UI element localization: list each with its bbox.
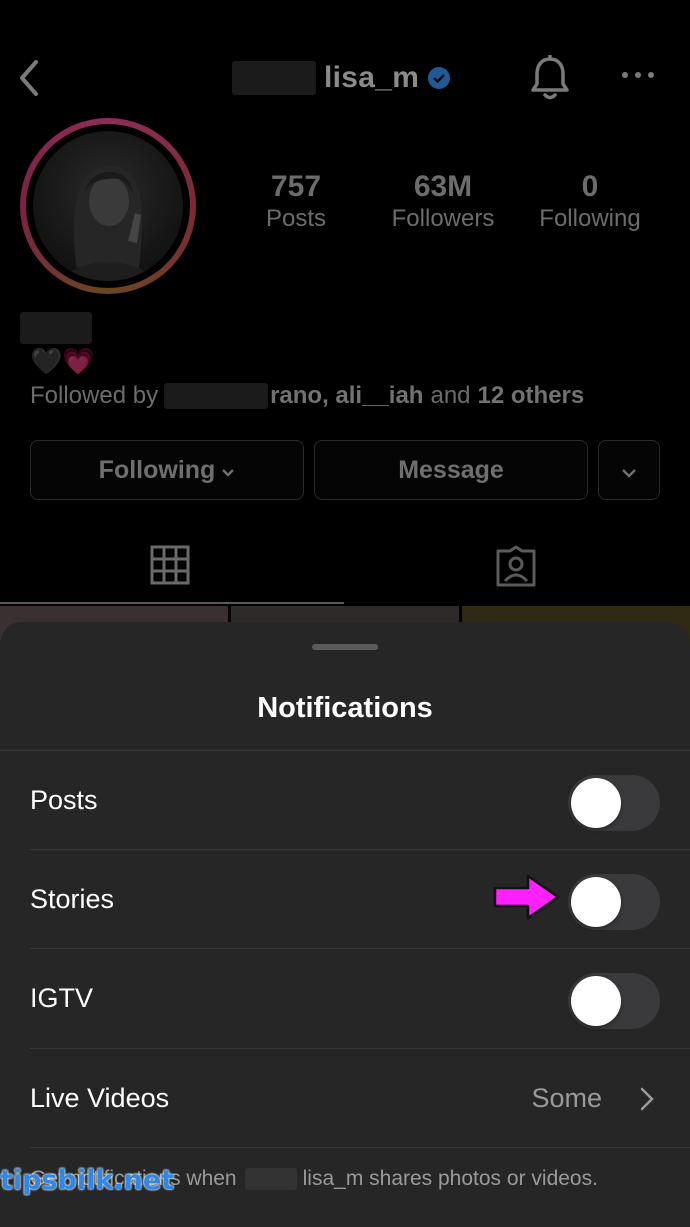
- stat-followers[interactable]: 63M Followers: [380, 170, 506, 234]
- watermark: tipsbilk.net: [0, 1165, 175, 1196]
- chevron-down-icon: [621, 456, 637, 485]
- row-label: Live Videos: [30, 1083, 170, 1113]
- stat-posts[interactable]: 757 Posts: [240, 170, 352, 234]
- stat-value: 0: [581, 170, 599, 203]
- verified-badge-icon: [427, 66, 451, 90]
- chevron-right-icon: [640, 1087, 654, 1116]
- top-bar: lisa_m: [0, 40, 690, 116]
- avatar[interactable]: [20, 118, 196, 294]
- bio-emoji: 🖤💗: [30, 346, 95, 376]
- row-label: Stories: [30, 884, 115, 914]
- notification-row-igtv[interactable]: IGTV: [30, 949, 660, 1048]
- grid-icon[interactable]: [150, 545, 190, 590]
- more-horizontal-icon[interactable]: [620, 68, 656, 86]
- suggested-toggle-button[interactable]: [598, 440, 660, 500]
- followed-by-others: 12 others: [477, 382, 585, 409]
- followed-by-and: and: [430, 382, 471, 409]
- stat-label: Posts: [265, 205, 327, 232]
- sheet-title: Notifications: [257, 692, 433, 724]
- redacted-display-name: [20, 312, 92, 344]
- row-label: IGTV: [30, 983, 94, 1013]
- tagged-icon[interactable]: [494, 545, 538, 592]
- divider: [30, 1147, 690, 1148]
- igtv-toggle[interactable]: [568, 973, 660, 1029]
- followed-by-names: rano, ali__iah: [270, 382, 424, 409]
- notification-row-posts[interactable]: Posts: [30, 751, 660, 850]
- stat-value: 63M: [413, 170, 473, 203]
- active-tab-indicator: [0, 602, 344, 604]
- stat-label: Followers: [391, 205, 495, 232]
- username-text: lisa_m: [324, 61, 420, 94]
- following-button[interactable]: Following: [30, 440, 304, 500]
- toggle-knob: [571, 778, 621, 828]
- message-button-label: Message: [398, 455, 504, 484]
- redacted-text: [244, 1168, 297, 1190]
- redacted-text: [164, 383, 269, 409]
- following-button-label: Following: [98, 455, 216, 484]
- stat-label: Following: [539, 205, 641, 232]
- row-label: Posts: [30, 785, 98, 815]
- notifications-sheet: Notifications Posts Stories IGTV Live Vi…: [0, 622, 690, 1227]
- footer-suffix: lisa_m shares photos or videos.: [302, 1167, 598, 1190]
- annotation-arrow-icon: [492, 872, 562, 927]
- chevron-down-icon: [221, 456, 235, 485]
- profile-username: lisa_m: [232, 58, 451, 98]
- chevron-left-icon[interactable]: [14, 58, 44, 103]
- redacted-text: [232, 61, 316, 95]
- posts-toggle[interactable]: [568, 775, 660, 831]
- live-videos-value: Some: [531, 1083, 602, 1113]
- toggle-knob: [571, 877, 621, 927]
- stat-value: 757: [270, 170, 322, 203]
- sheet-grabber[interactable]: [312, 644, 378, 650]
- followed-by-prefix: Followed by: [30, 382, 159, 409]
- followed-by-text[interactable]: Followed by rano, ali__iah and 12 others: [30, 382, 584, 410]
- notification-row-live-videos[interactable]: Live Videos Some: [30, 1049, 660, 1148]
- bell-icon[interactable]: [528, 54, 572, 107]
- toggle-knob: [571, 976, 621, 1026]
- notification-row-stories[interactable]: Stories: [30, 850, 660, 949]
- stat-following[interactable]: 0 Following: [528, 170, 652, 234]
- avatar-photo: [33, 131, 183, 281]
- stories-toggle[interactable]: [568, 874, 660, 930]
- message-button[interactable]: Message: [314, 440, 588, 500]
